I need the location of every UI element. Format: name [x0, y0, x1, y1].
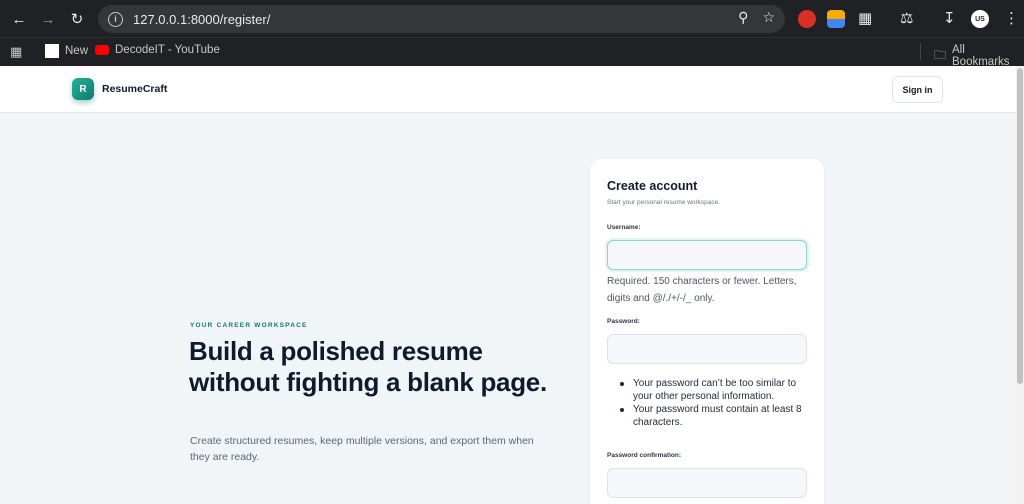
username-label: Username:	[607, 224, 641, 231]
site-info-icon[interactable]: i	[108, 11, 123, 27]
bookmarks-bar: ▦ New DecodeIT - YouTube 🗀 All Bookmarks	[0, 37, 1024, 68]
all-bookmarks[interactable]: 🗀 All Bookmarks	[934, 44, 1024, 68]
hero-title: Build a polished resume without fighting…	[189, 336, 547, 397]
youtube-icon	[95, 45, 109, 55]
register-card: Create account Start your personal resum…	[590, 159, 824, 504]
folder-icon: 🗀	[934, 47, 947, 62]
password-rule: Your password can’t be too similar to yo…	[615, 377, 810, 403]
logo-badge[interactable]: R	[72, 78, 94, 100]
extensions-puzzle-icon[interactable]: ▦	[858, 9, 872, 27]
hero-eyebrow: YOUR CAREER WORKSPACE	[190, 322, 308, 329]
menu-kebab-icon[interactable]: ⋮	[1004, 9, 1019, 27]
browser-toolbar: ← → ↻ i 127.0.0.1:8000/register/ ⚲ ☆ ▦ ⚖…	[0, 0, 1024, 37]
extension-red-icon[interactable]	[798, 10, 816, 28]
password-rules: Your password can’t be too similar to yo…	[615, 377, 810, 429]
password-input[interactable]	[607, 334, 807, 364]
page-scrollbar[interactable]	[1016, 66, 1024, 504]
profile-avatar[interactable]: US	[971, 10, 989, 28]
hero-subtitle: Create structured resumes, keep multiple…	[190, 435, 534, 463]
password-rule: Your password must contain at least 8 ch…	[615, 403, 810, 429]
reload-icon[interactable]: ↻	[62, 4, 92, 34]
all-bookmarks-label: All Bookmarks	[952, 44, 1010, 68]
labs-icon[interactable]: ⚖	[900, 9, 913, 27]
bookmark-label: DecodeIT - YouTube	[115, 44, 220, 56]
forward-icon[interactable]: →	[33, 4, 63, 34]
download-icon[interactable]: ↧	[943, 9, 956, 27]
username-input[interactable]	[607, 240, 807, 270]
brand-name[interactable]: ResumeCraft	[102, 83, 167, 95]
username-help: Required. 150 characters or fewer. Lette…	[607, 276, 797, 304]
bookmark-star-icon[interactable]: ☆	[762, 9, 775, 26]
extension-color-icon[interactable]	[827, 10, 845, 28]
bookmarks-divider	[920, 43, 921, 60]
apps-grid-icon[interactable]: ▦	[10, 44, 22, 60]
bookmark-label: New	[65, 45, 89, 57]
form-subtitle: Start your personal resume workspace.	[607, 199, 721, 206]
url-text[interactable]: 127.0.0.1:8000/register/	[133, 12, 270, 27]
password-confirm-input[interactable]	[607, 468, 807, 498]
form-title: Create account	[607, 179, 698, 193]
zoom-icon[interactable]: ⚲	[738, 9, 748, 26]
bookmark-decodeit[interactable]: DecodeIT - YouTube	[95, 44, 220, 56]
sign-in-button[interactable]: Sign in	[892, 76, 943, 103]
password-label: Password:	[607, 318, 640, 325]
page-content: R ResumeCraft Sign in YOUR CAREER WORKSP…	[0, 66, 1016, 504]
site-header: R ResumeCraft Sign in	[0, 66, 1016, 113]
password-confirm-label: Password confirmation:	[607, 452, 682, 459]
back-icon[interactable]: ←	[4, 4, 34, 34]
new-favicon-icon	[45, 44, 59, 58]
scrollbar-thumb[interactable]	[1017, 68, 1023, 384]
address-bar[interactable]: i 127.0.0.1:8000/register/ ⚲ ☆	[98, 5, 785, 33]
bookmark-new[interactable]: New	[45, 44, 88, 58]
